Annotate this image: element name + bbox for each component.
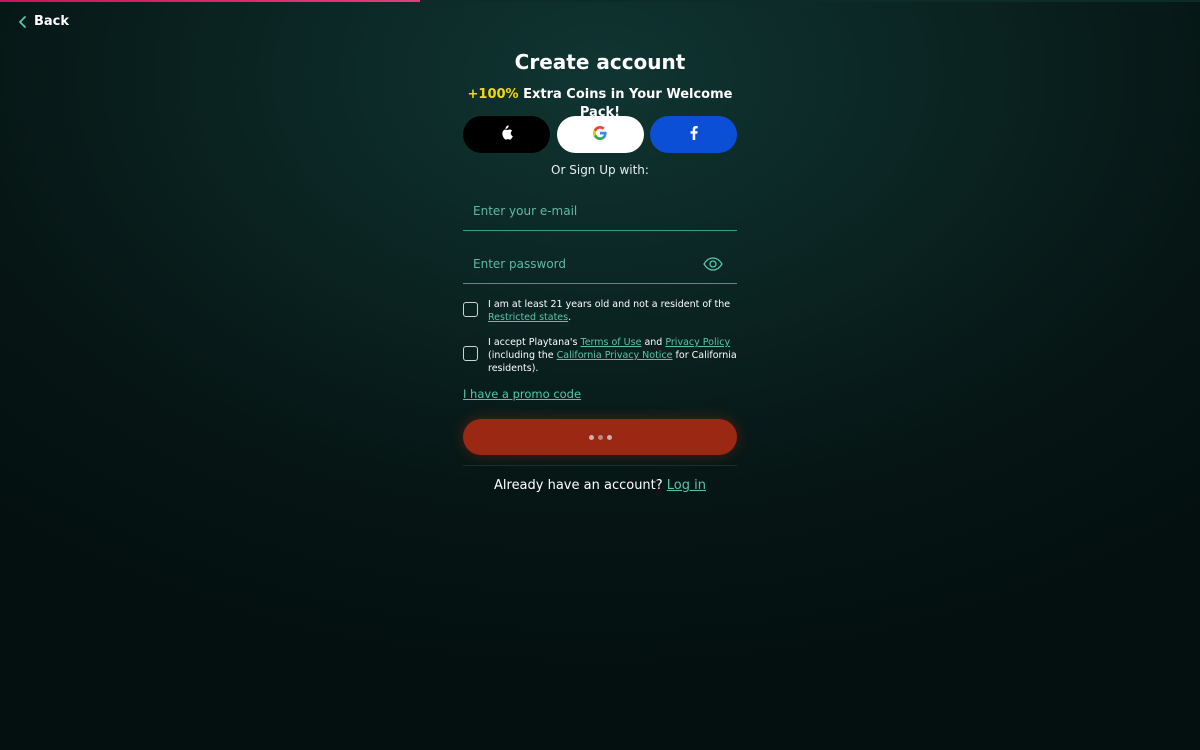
back-label: Back	[34, 14, 70, 29]
back-button[interactable]: Back	[18, 14, 69, 29]
loading-dot	[597, 434, 603, 440]
california-privacy-link[interactable]: California Privacy Notice	[557, 350, 673, 361]
loading-dot	[588, 434, 594, 440]
email-field-wrapper	[463, 192, 737, 231]
privacy-policy-link[interactable]: Privacy Policy	[665, 337, 730, 348]
terms-text-2: and	[641, 337, 666, 348]
apple-icon	[500, 125, 513, 144]
promo-highlight: +100%	[467, 87, 519, 102]
age-text-after: .	[568, 312, 572, 323]
terms-text-1: I accept Playtana's	[488, 337, 581, 348]
chevron-left-icon	[18, 15, 28, 28]
age-text-before: I am at least 21 years old and not a res…	[488, 299, 731, 310]
loading-dot	[606, 434, 612, 440]
or-signup-label: Or Sign Up with:	[551, 163, 649, 177]
email-input[interactable]	[463, 192, 737, 230]
terms-checkbox[interactable]	[463, 346, 478, 361]
create-account-button[interactable]	[463, 419, 737, 455]
page-title: Create account	[514, 50, 686, 74]
facebook-icon	[690, 125, 698, 144]
restricted-states-link[interactable]: Restricted states	[488, 312, 568, 323]
apple-signup-button[interactable]	[463, 116, 550, 153]
top-progress-fill	[0, 0, 420, 2]
social-signup-row	[463, 116, 737, 153]
terms-acceptance-text: I accept Playtana's Terms of Use and Pri…	[488, 336, 737, 375]
terms-of-use-link[interactable]: Terms of Use	[581, 337, 642, 348]
age-confirmation-text: I am at least 21 years old and not a res…	[488, 298, 737, 324]
age-checkbox[interactable]	[463, 302, 478, 317]
password-input[interactable]	[463, 245, 737, 283]
terms-text-3: (including the	[488, 350, 557, 361]
login-link[interactable]: Log in	[667, 478, 706, 493]
age-confirmation-row: I am at least 21 years old and not a res…	[463, 298, 737, 324]
login-prompt: Already have an account? Log in	[463, 478, 737, 493]
promo-code-link[interactable]: I have a promo code	[463, 387, 581, 401]
eye-icon[interactable]	[703, 256, 723, 275]
divider	[463, 465, 737, 466]
welcome-promo: +100% Extra Coins in Your Welcome Pack!	[463, 86, 737, 120]
top-progress-bar	[0, 0, 1200, 2]
google-signup-button[interactable]	[556, 116, 644, 153]
signup-form: Create account +100% Extra Coins in Your…	[463, 44, 737, 493]
terms-acceptance-row: I accept Playtana's Terms of Use and Pri…	[463, 336, 737, 375]
login-prompt-text: Already have an account?	[494, 478, 667, 493]
google-icon	[593, 125, 607, 144]
password-field-wrapper	[463, 245, 737, 284]
facebook-signup-button[interactable]	[650, 116, 737, 153]
